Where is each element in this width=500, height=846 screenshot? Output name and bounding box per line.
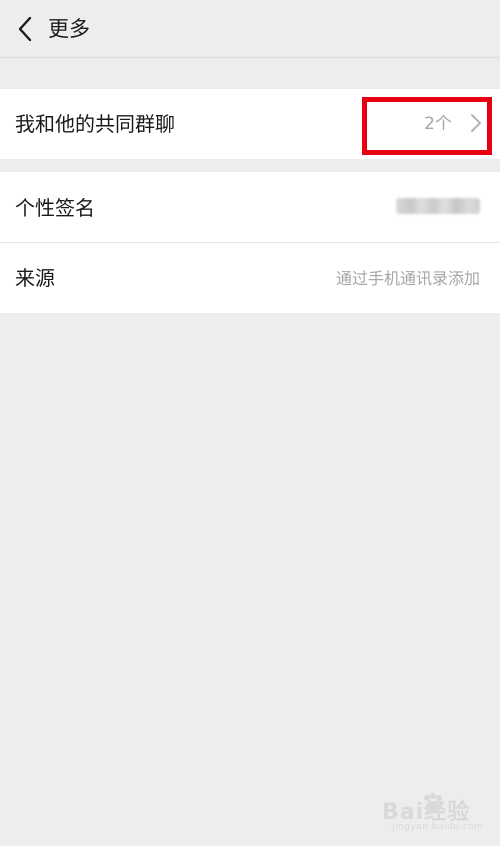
chevron-left-icon (18, 16, 32, 42)
page-title: 更多 (48, 17, 90, 41)
watermark-subtext: jingyan.baidu.com (392, 822, 484, 832)
source-label: 来源 (15, 266, 55, 290)
more-info-screen: 更多 我和他的共同群聊 2个 个性签名 来源 通过手机通讯录添加 Bai经验 j… (0, 0, 500, 846)
chevron-right-icon (471, 114, 481, 132)
source-row: 来源 通过手机通讯录添加 (0, 243, 500, 313)
common-groups-label: 我和他的共同群聊 (15, 112, 175, 136)
signature-label: 个性签名 (15, 196, 95, 220)
back-button[interactable] (8, 10, 42, 48)
source-value: 通过手机通讯录添加 (335, 269, 480, 288)
common-groups-row[interactable]: 我和他的共同群聊 2个 (0, 89, 500, 159)
common-groups-count: 2个 (424, 114, 452, 134)
paw-icon (424, 793, 442, 813)
header-bar: 更多 (0, 0, 500, 58)
blurred-signature-value (396, 198, 480, 214)
baidu-jingyan-watermark: Bai经验 jingyan.baidu.com (382, 790, 492, 836)
